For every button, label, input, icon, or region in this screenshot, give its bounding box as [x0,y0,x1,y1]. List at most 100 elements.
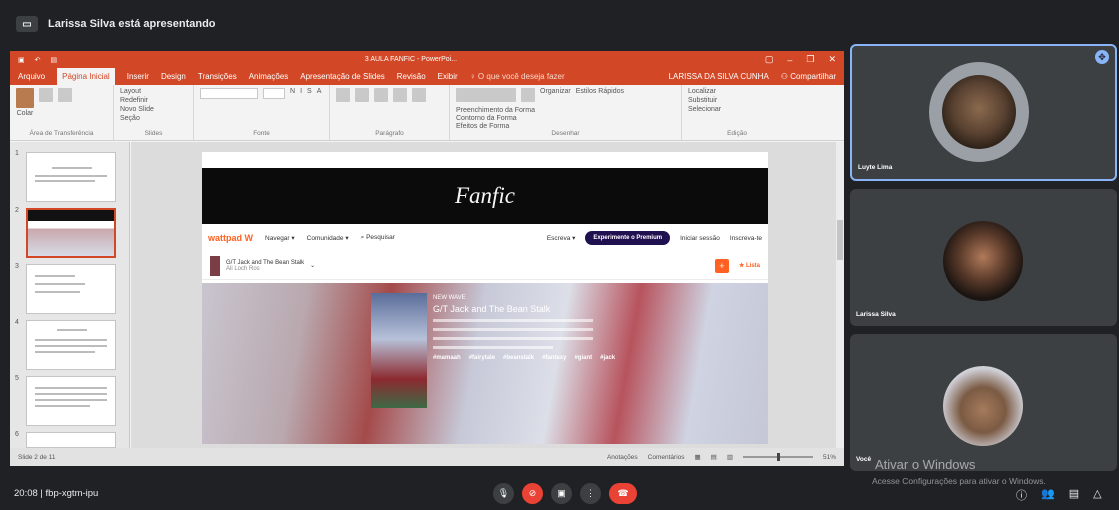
font-size-field[interactable] [263,88,285,99]
minimize-icon[interactable]: – [787,55,792,65]
reset-button[interactable]: Redefinir [120,97,187,104]
restore-icon[interactable]: ❐ [806,54,814,65]
slide-thumbnail-4[interactable] [26,320,116,370]
slide-sorter-icon[interactable]: ▤ [711,453,717,461]
quick-styles-button[interactable]: Estilos Rápidos [576,88,624,102]
italic-icon[interactable]: I [300,88,302,99]
slide-thumbnail-3[interactable] [26,264,116,314]
shape-effects-button[interactable]: Efeitos de Forma [456,123,535,130]
section-button[interactable]: Seção [120,115,187,122]
tab-apresentacao[interactable]: Apresentação de Slides [300,72,385,81]
find-button[interactable]: Localizar [688,88,786,95]
thumb-number: 4 [15,319,19,326]
reading-view-icon[interactable]: ▥ [727,453,733,461]
zoom-slider[interactable] [742,453,813,461]
zoom-level: 51% [822,453,836,461]
current-slide[interactable]: Fanfic wattpad W Navegar ▾ Comunidade ▾ … [202,152,768,444]
wattpad-navbar: wattpad W Navegar ▾ Comunidade ▾ ⌕ Pesqu… [202,224,768,252]
people-icon[interactable]: 👥 [1041,487,1055,503]
tab-transicoes[interactable]: Transições [198,72,237,81]
chevron-down-icon: ⌄ [310,263,316,269]
undo-icon[interactable]: ↶ [35,56,41,64]
shape-outline-button[interactable]: Contorno da Forma [456,115,535,122]
slide-editing-canvas[interactable]: Fanfic wattpad W Navegar ▾ Comunidade ▾ … [131,142,844,448]
end-call-icon[interactable]: ☎ [609,483,637,504]
user-name[interactable]: LARISSA DA SILVA CUNHA [669,72,769,81]
participant-tile-voce[interactable]: Você [850,334,1117,471]
slide-thumbnails-pane[interactable]: 1 2 3 4 5 6 [10,142,130,448]
font-color-icon[interactable]: A [317,88,322,99]
start-slideshow-icon[interactable]: ▤ [51,56,58,64]
cut-icon[interactable] [39,88,53,102]
camera-off-icon[interactable]: ⊘ [522,483,543,504]
wp-lista: ★ Lista [738,263,760,269]
meeting-code: fbp-xgtm-ipu [45,488,99,499]
canvas-scrollbar[interactable] [836,142,844,448]
slide-thumbnail-6[interactable] [26,432,116,448]
ppt-ribbon: Colar Área de Transferência Layout Redef… [10,85,844,141]
ribbon-display-icon[interactable]: ▢ [765,54,774,65]
ppt-ribbon-tabs: Arquivo Página Inicial Inserir Design Tr… [10,68,844,85]
thumb-number: 2 [15,207,19,214]
wattpad-story-bar: G/T Jack and The Bean Stalk Ali Loch Ros… [202,252,768,280]
shared-screen: ▣ ↶ ▤ 3 AULA FANFIC - PowerPoi... ▢ – ❐ … [10,51,844,466]
wattpad-logo: wattpad W [208,233,254,243]
shape-fill-button[interactable]: Preenchimento da Forma [456,107,535,114]
layout-button[interactable]: Layout [120,88,187,95]
copy-icon[interactable] [58,88,72,102]
tab-inserir[interactable]: Inserir [127,72,149,81]
activities-icon[interactable]: △ [1093,487,1101,503]
new-slide-button[interactable]: Novo Slide [120,106,187,113]
tab-animacoes[interactable]: Animações [249,72,289,81]
story-cover-image [371,293,427,408]
info-icon[interactable]: ⓘ [1016,487,1027,503]
arrange-icon[interactable] [521,88,535,102]
notes-button[interactable]: Anotações [607,454,638,461]
share-button[interactable]: ⚇ Compartilhar [781,72,836,81]
participant-name: Luyte Lima [858,164,893,171]
bullets-icon[interactable] [336,88,350,102]
participant-tile-larissa[interactable]: Larissa Silva [850,189,1117,326]
mic-icon[interactable]: 🎙 [493,483,514,504]
arrange-button[interactable]: Organizar [540,88,571,102]
slide-thumbnail-1[interactable] [26,152,116,202]
font-name-field[interactable] [200,88,258,99]
shapes-gallery-icon[interactable] [456,88,516,102]
paste-icon [16,88,34,108]
chat-icon[interactable]: ▤ [1069,487,1079,503]
story-cover-thumb [210,255,220,276]
pin-icon[interactable]: ✥ [1095,50,1109,64]
select-button[interactable]: Selecionar [688,106,786,113]
tell-me-search[interactable]: ♀ O que você deseja fazer [470,72,565,81]
underline-icon[interactable]: S [307,88,312,99]
more-vert-icon[interactable]: ⋮ [580,483,601,504]
bold-icon[interactable]: N [290,88,295,99]
slide-thumbnail-2[interactable] [26,208,116,258]
align-right-icon[interactable] [412,88,426,102]
tab-design[interactable]: Design [161,72,186,81]
participant-tile-luyte[interactable]: ✥ Luyte Lima [850,44,1117,181]
avatar [943,221,1023,301]
wp-comunidade: Comunidade ▾ [306,235,349,242]
meet-window: ▭ Larissa Silva está apresentando ▣ ↶ ▤ … [0,0,1119,510]
normal-view-icon[interactable]: ▦ [695,453,701,461]
save-icon[interactable]: ▣ [18,56,25,64]
tab-pagina-inicial[interactable]: Página Inicial [57,68,115,85]
close-icon[interactable]: ✕ [828,54,836,65]
slide-title: Fanfic [454,183,516,208]
align-left-icon[interactable] [374,88,388,102]
present-screen-icon[interactable]: ▣ [551,483,572,504]
align-center-icon[interactable] [393,88,407,102]
numbering-icon[interactable] [355,88,369,102]
ribbon-group-clipboard: Colar Área de Transferência [10,85,114,140]
presenter-banner: ▭ Larissa Silva está apresentando [0,9,1119,39]
slide-title-banner: Fanfic [202,168,768,224]
slide-thumbnail-5[interactable] [26,376,116,426]
tab-revisao[interactable]: Revisão [397,72,426,81]
tab-exibir[interactable]: Exibir [438,72,458,81]
tab-arquivo[interactable]: Arquivo [18,72,45,81]
ribbon-group-font: N I S A Fonte [194,85,330,140]
comments-button[interactable]: Comentários [648,454,685,461]
paste-button[interactable]: Colar [16,88,34,117]
replace-button[interactable]: Substituir [688,97,786,104]
